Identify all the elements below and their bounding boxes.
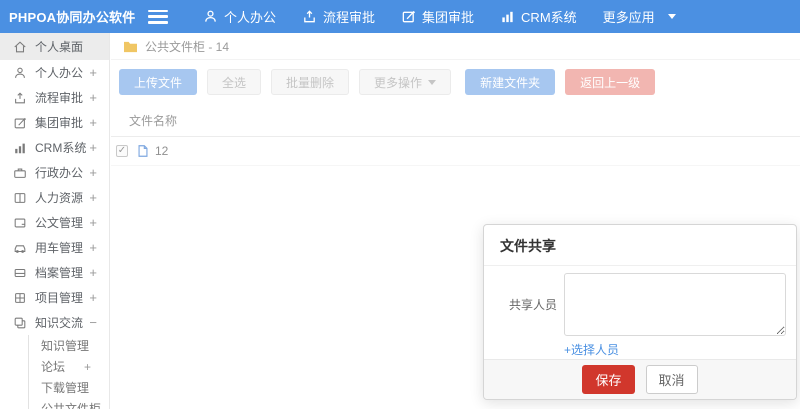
select-all-button[interactable]: 全选	[207, 69, 262, 95]
table-row[interactable]: ✓ 12	[111, 137, 800, 166]
upload-icon	[12, 90, 27, 105]
car-icon	[12, 240, 27, 255]
modal-footer: 保存 取消	[484, 359, 796, 399]
menu-icon[interactable]	[148, 9, 168, 24]
file-name[interactable]: 12	[155, 144, 168, 158]
sidebar-item-group-approval[interactable]: 集团审批 +	[0, 110, 109, 135]
sidebar-subitem-downloads[interactable]: 下载管理	[29, 377, 109, 398]
upload-icon	[302, 9, 317, 24]
sidebar-subitem-knowledge-mgmt[interactable]: 知识管理	[29, 335, 109, 356]
caret-down-icon	[428, 79, 437, 85]
share-members-label: 共享人员	[509, 298, 558, 312]
book-icon	[12, 190, 27, 205]
share-members-textarea[interactable]	[564, 273, 786, 336]
save-button[interactable]: 保存	[582, 365, 635, 394]
sidebar-item-admin-office[interactable]: 行政办公 +	[0, 160, 109, 185]
more-operations-button[interactable]: 更多操作	[359, 69, 452, 95]
sidebar-item-archives[interactable]: 档案管理 +	[0, 260, 109, 285]
batch-delete-button[interactable]: 批量删除	[271, 69, 350, 95]
chart-icon	[12, 140, 27, 155]
topnav-group-approval[interactable]: 集团审批	[388, 0, 487, 33]
edit-icon	[12, 115, 27, 130]
topbar: PHPOA协同办公软件 个人办公 流程审批 集团审批 CRM系统 更多应用	[0, 0, 800, 33]
user-icon	[203, 9, 218, 24]
file-share-modal: 文件共享 共享人员 +选择人员 保存 取消	[483, 224, 797, 400]
topnav-personal-office[interactable]: 个人办公	[190, 0, 289, 33]
top-navigation: 个人办公 流程审批 集团审批 CRM系统 更多应用	[190, 0, 689, 33]
back-button[interactable]: 返回上一级	[565, 69, 656, 95]
sidebar-item-projects[interactable]: 项目管理 +	[0, 285, 109, 310]
modal-header: 文件共享	[484, 225, 796, 266]
new-folder-button[interactable]: 新建文件夹	[465, 69, 556, 95]
sidebar: 个人桌面 个人办公 + 流程审批 + 集团审批 + CRM系统 + 行政办公 +	[0, 33, 110, 409]
sidebar-item-workflow-approval[interactable]: 流程审批 +	[0, 85, 109, 110]
sidebar-item-hr[interactable]: 人力资源 +	[0, 185, 109, 210]
folder-icon	[124, 41, 137, 52]
topnav-crm[interactable]: CRM系统	[487, 0, 590, 33]
select-members-link[interactable]: +选择人员	[564, 341, 619, 358]
sidebar-item-personal-office[interactable]: 个人办公 +	[0, 60, 109, 85]
modal-body: 共享人员 +选择人员	[484, 266, 796, 359]
sidebar-item-vehicles[interactable]: 用车管理 +	[0, 235, 109, 260]
column-header-filename: 文件名称	[111, 106, 800, 137]
app-window: PHPOA协同办公软件 个人办公 流程审批 集团审批 CRM系统 更多应用 个人…	[0, 0, 800, 409]
chart-icon	[500, 9, 515, 24]
row-checkbox[interactable]: ✓	[116, 145, 128, 157]
archive-icon	[12, 265, 27, 280]
edit-icon	[401, 9, 416, 24]
file-table: 文件名称 ✓ 12	[111, 106, 800, 166]
layers-icon	[12, 315, 27, 330]
app-logo: PHPOA协同办公软件	[9, 10, 136, 25]
topnav-more-apps[interactable]: 更多应用	[590, 0, 689, 33]
caret-down-icon	[667, 14, 676, 19]
cancel-button[interactable]: 取消	[645, 365, 698, 394]
upload-file-button[interactable]: 上传文件	[119, 69, 198, 95]
sidebar-item-crm[interactable]: CRM系统 +	[0, 135, 109, 160]
document-icon	[12, 215, 27, 230]
toolbar: 上传文件 全选 批量删除 更多操作 新建文件夹 返回上一级	[111, 60, 800, 104]
sidebar-item-desktop[interactable]: 个人桌面	[0, 33, 109, 60]
sidebar-item-knowledge[interactable]: 知识交流 −	[0, 310, 109, 335]
file-icon	[138, 145, 148, 157]
sidebar-item-documents[interactable]: 公文管理 +	[0, 210, 109, 235]
breadcrumb: 公共文件柜 - 14	[111, 33, 800, 60]
sidebar-knowledge-submenu: 知识管理 论坛 + 下载管理 公共文件柜	[28, 335, 109, 409]
user-icon	[12, 65, 27, 80]
topnav-workflow-approval[interactable]: 流程审批	[289, 0, 388, 33]
home-icon	[12, 39, 27, 54]
sidebar-subitem-forum[interactable]: 论坛 +	[29, 356, 109, 377]
modal-title: 文件共享	[500, 238, 556, 254]
briefcase-icon	[12, 165, 27, 180]
sidebar-subitem-public-file-cabinet[interactable]: 公共文件柜	[29, 398, 109, 409]
project-icon	[12, 290, 27, 305]
